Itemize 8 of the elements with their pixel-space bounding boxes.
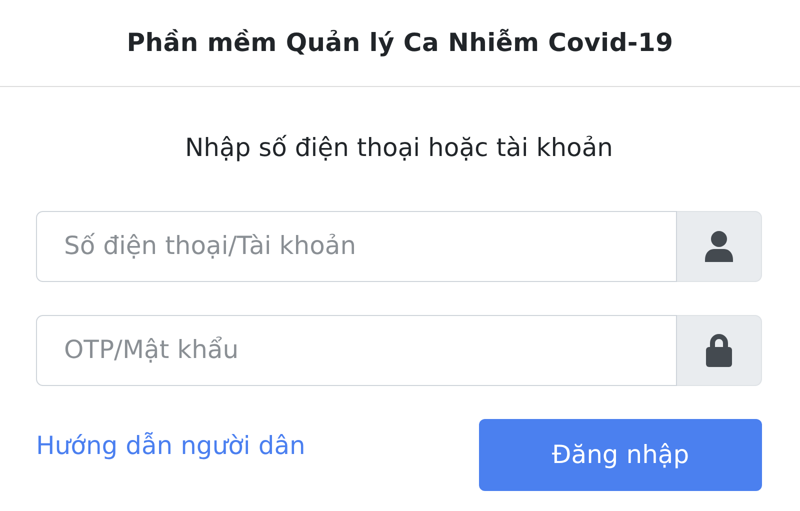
password-field[interactable]: OTP/Mật khẩu [36,314,677,386]
account-field[interactable]: Số điện thoại/Tài khoản [36,210,677,282]
form-heading: Nhập số điện thoại hoặc tài khoản [184,132,614,164]
help-link[interactable]: Hướng dẫn người dân [36,426,306,464]
login-button[interactable]: Đăng nhập [479,418,762,490]
user-icon [704,230,734,262]
lock-icon [704,333,734,367]
app-title: Phần mềm Quản lý Ca Nhiễm Covid-19 [126,28,674,58]
